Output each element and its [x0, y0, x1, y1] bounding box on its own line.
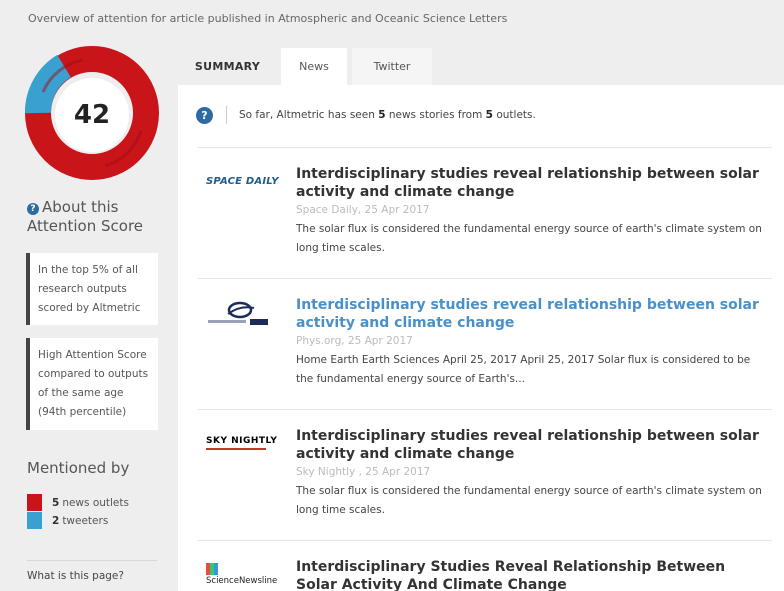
what-is-this-page-link[interactable]: What is this page?: [27, 570, 124, 582]
phys-org-logo: [206, 301, 292, 325]
story-headline[interactable]: Interdisciplinary studies reveal relatio…: [296, 296, 766, 332]
story-snippet: The solar flux is considered the fundame…: [296, 223, 762, 254]
story-headline[interactable]: Interdisciplinary studies reveal relatio…: [296, 165, 766, 201]
separator: [226, 106, 227, 124]
story-source-date: Space Daily, 25 Apr 2017: [296, 204, 430, 216]
help-icon[interactable]: ?: [196, 106, 213, 124]
score-sidebar: 42 ? About this Attention Score In the to…: [0, 38, 178, 591]
mentioned-by-heading: Mentioned by: [27, 459, 130, 477]
tweeters-label: tweeters: [62, 514, 109, 527]
news-story-item: SPACE DAILY Interdisciplinary studies re…: [198, 147, 772, 254]
story-snippet: Home Earth Earth Sciences April 25, 2017…: [296, 354, 751, 385]
twitter-color-swatch: [27, 512, 42, 529]
legend-news-outlets[interactable]: 5 news outlets: [27, 494, 129, 511]
news-color-swatch: [27, 494, 42, 511]
page-subtitle: Overview of attention for article publis…: [28, 12, 508, 25]
outlets-count: 5: [485, 109, 493, 121]
news-story-item: SKY NIGHTLY Interdisciplinary studies re…: [198, 409, 772, 516]
summary-prefix: So far, Altmetric has seen: [239, 109, 375, 121]
outlet-logo-text: ScienceNewsline: [206, 575, 278, 586]
news-count: 5: [52, 496, 60, 509]
tab-news[interactable]: News: [281, 48, 347, 85]
tab-summary[interactable]: SUMMARY: [180, 48, 275, 85]
stories-count: 5: [378, 109, 386, 121]
story-headline[interactable]: Interdisciplinary Studies Reveal Relatio…: [296, 558, 766, 591]
newsline-mark-icon: [206, 562, 218, 575]
story-snippet: The solar flux is considered the fundame…: [296, 485, 762, 516]
top-bar: Overview of attention for article publis…: [0, 0, 784, 38]
legend-tweeters[interactable]: 2 tweeters: [27, 512, 108, 529]
story-headline[interactable]: Interdisciplinary studies reveal relatio…: [296, 427, 766, 463]
sidebar-divider: [27, 560, 157, 561]
summary-suffix: outlets.: [496, 109, 536, 121]
space-daily-logo: SPACE DAILY: [206, 172, 292, 190]
outlet-logo-text: SKY NIGHTLY: [206, 436, 278, 446]
news-story-item: Interdisciplinary studies reveal relatio…: [198, 278, 772, 385]
outlet-logo-text: SPACE DAILY: [206, 175, 279, 187]
score-callout-top-percent: In the top 5% of all research outputs sc…: [26, 253, 158, 325]
sky-nightly-logo: SKY NIGHTLY: [206, 434, 292, 452]
tab-twitter[interactable]: Twitter: [352, 48, 432, 85]
news-summary-line: ? So far, Altmetric has seen 5 news stor…: [196, 103, 536, 127]
attention-score: 42: [55, 78, 129, 152]
about-score-link[interactable]: ? About this Attention Score: [27, 198, 167, 236]
story-source-date: Sky Nightly , 25 Apr 2017: [296, 466, 431, 478]
score-callout-same-age: High Attention Score compared to outputs…: [26, 338, 158, 430]
science-newsline-logo: ScienceNewsline: [206, 562, 292, 586]
news-story-item: ScienceNewsline Interdisciplinary Studie…: [198, 540, 772, 591]
about-score-label: About this Attention Score: [27, 198, 144, 235]
tab-bar: SUMMARY News Twitter: [178, 38, 784, 85]
story-source-date: Phys.org, 25 Apr 2017: [296, 335, 413, 347]
summary-middle: news stories from: [388, 109, 483, 121]
news-label: news outlets: [62, 496, 129, 509]
tweeters-count: 2: [52, 514, 60, 527]
phys-org-logo-icon: [208, 301, 268, 325]
logo-underline: [206, 448, 266, 450]
help-icon: ?: [27, 203, 39, 215]
